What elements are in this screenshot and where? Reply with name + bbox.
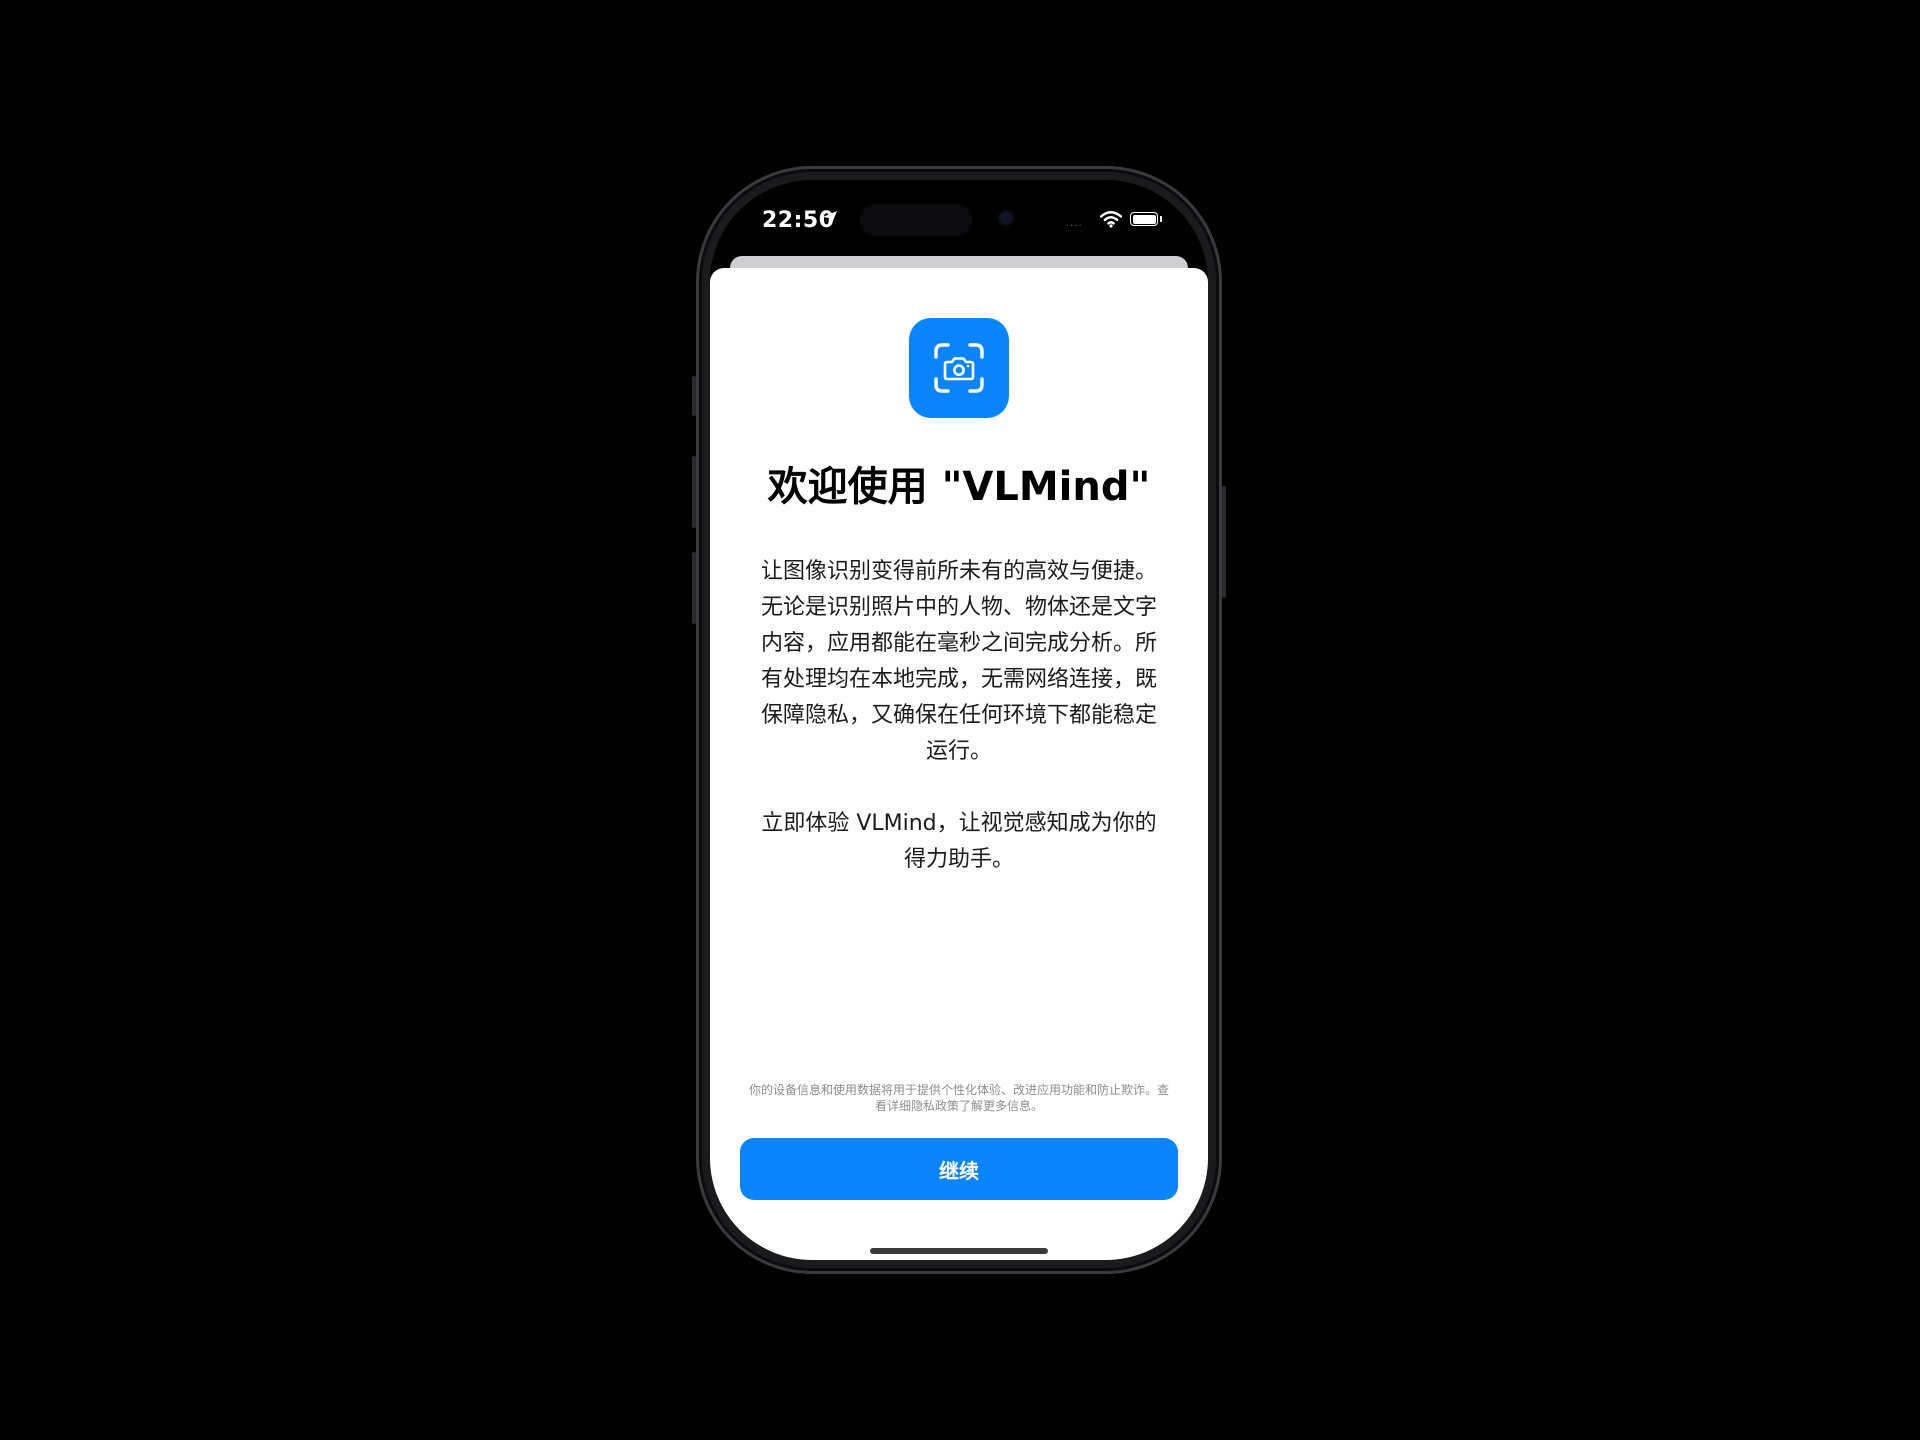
- privacy-note: 你的设备信息和使用数据将用于提供个性化体验、改进应用功能和防止欺诈。查看详细隐私…: [748, 1083, 1169, 1113]
- camera-viewfinder-icon: [934, 343, 984, 393]
- app-icon: [909, 318, 1009, 418]
- welcome-sheet: 欢迎使用 "VLMind" 让图像识别变得前所未有的高效与便捷。无论是识别照片中…: [710, 268, 1208, 1260]
- welcome-title: 欢迎使用 "VLMind": [767, 464, 1151, 510]
- battery-level: [1132, 214, 1156, 224]
- cellular-signal-icon: ....: [1066, 218, 1083, 229]
- description-cta: 立即体验 VLMind，让视觉感知成为你的得力助手。: [761, 811, 1157, 872]
- location-arrow-icon: [823, 211, 837, 225]
- description-paragraph: 让图像识别变得前所未有的高效与便捷。无论是识别照片中的人物、物体还是文字内容，应…: [760, 559, 1157, 764]
- front-camera: [1000, 212, 1012, 224]
- welcome-description: 让图像识别变得前所未有的高效与便捷。无论是识别照片中的人物、物体还是文字内容，应…: [760, 554, 1158, 878]
- volume-up-button: [692, 456, 696, 528]
- phone-screen: 22:50 .... 欢迎使用 "VLMind" 让图像识别变得前所未有的高效与…: [710, 180, 1208, 1260]
- continue-button[interactable]: 继续: [740, 1138, 1178, 1200]
- dynamic-island: [860, 204, 972, 236]
- battery-tip: [1160, 216, 1162, 222]
- action-button: [692, 376, 696, 416]
- volume-down-button: [692, 552, 696, 624]
- home-indicator[interactable]: [870, 1248, 1048, 1254]
- battery-icon: [1130, 212, 1158, 226]
- power-button: [1222, 486, 1226, 598]
- wifi-icon: [1100, 211, 1122, 228]
